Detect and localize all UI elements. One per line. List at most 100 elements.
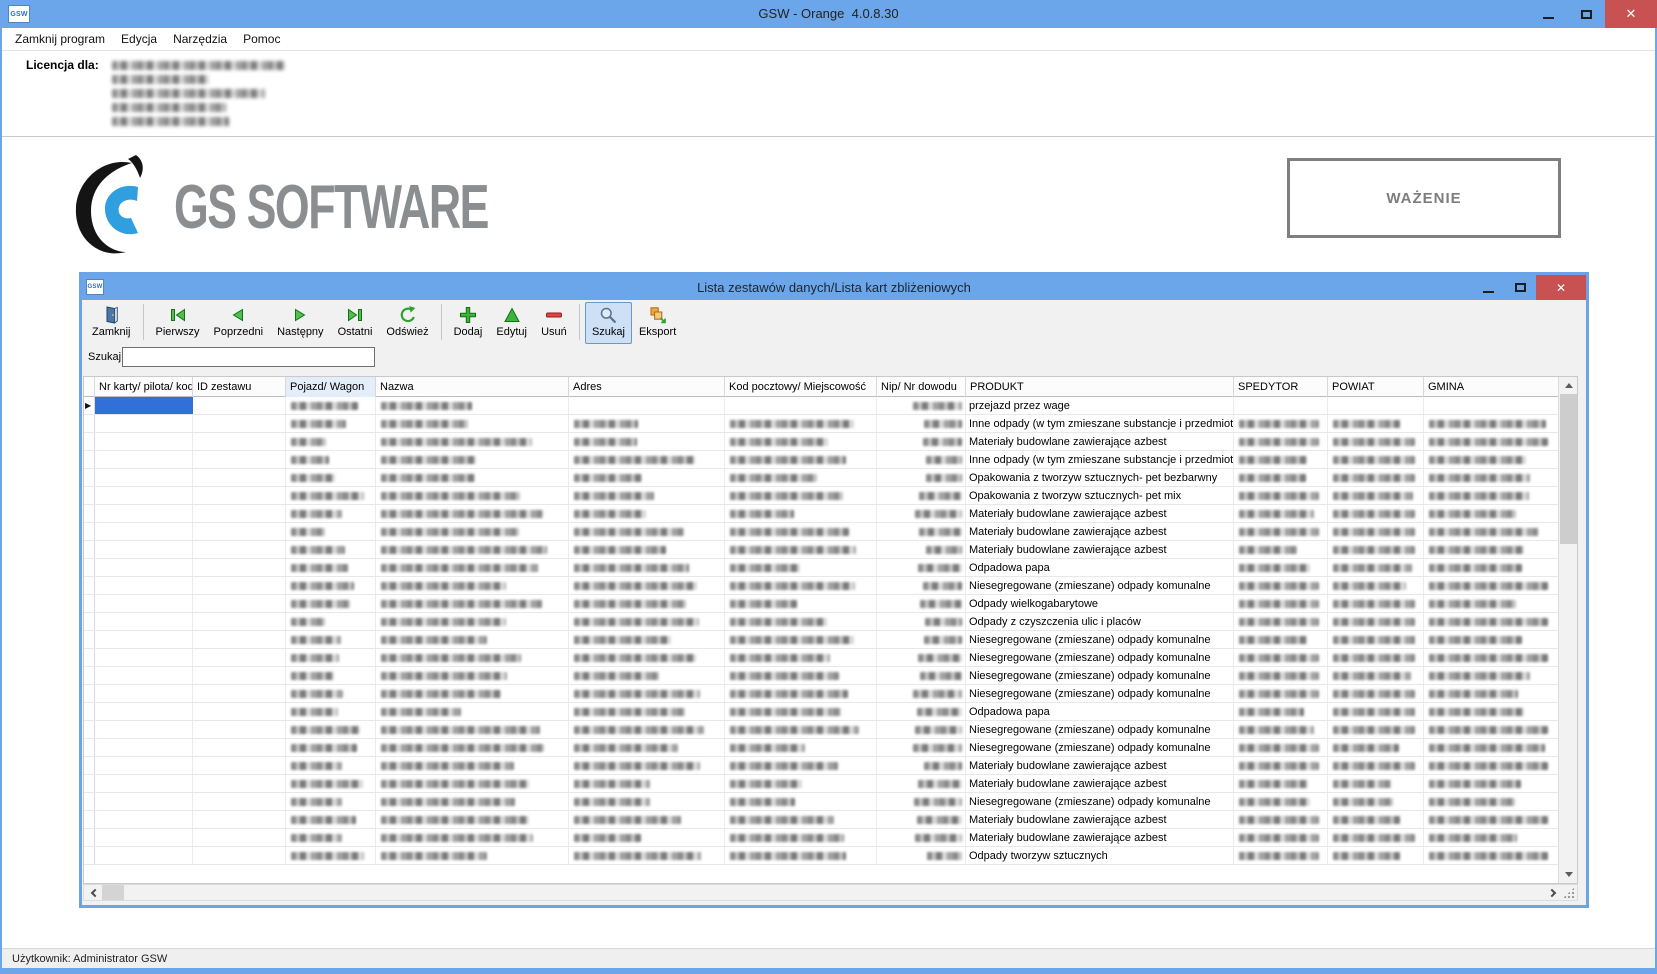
menu-item-narzedzia[interactable]: Narzędzia (173, 28, 227, 50)
list-close-button[interactable]: ✕ (1536, 275, 1586, 300)
cell-selector (84, 469, 95, 486)
column-header-nazwa[interactable]: Nazwa (376, 377, 569, 397)
cell-nip (877, 433, 966, 450)
cell-produkt: Niesegregowane (zmieszane) odpady komuna… (966, 793, 1234, 810)
toolbar-button-zamknij[interactable]: Zamknij (85, 302, 138, 344)
horizontal-scroll-thumb[interactable] (102, 885, 124, 900)
list-maximize-button[interactable] (1504, 275, 1536, 300)
refresh-icon (398, 305, 418, 325)
cell-nr_karty (95, 577, 193, 594)
redacted-cell-content (381, 546, 547, 554)
license-panel: Licencja dla: (2, 52, 1655, 137)
menu-item-pomoc[interactable]: Pomoc (243, 28, 280, 50)
column-header-nip[interactable]: Nip/ Nr dowodu (877, 377, 966, 397)
toolbar-button-poprzedni[interactable]: Poprzedni (207, 302, 271, 344)
redacted-cell-content (381, 402, 472, 410)
vertical-scrollbar[interactable] (1558, 377, 1577, 883)
toolbar-button-odswiez[interactable]: Odśwież (379, 302, 435, 344)
cell-kod (725, 487, 877, 504)
cell-produkt: Niesegregowane (zmieszane) odpady komuna… (966, 577, 1234, 594)
cell-produkt: Materiały budowlane zawierające azbest (966, 829, 1234, 846)
redacted-cell-content (1429, 816, 1548, 824)
column-header-spedytor[interactable]: SPEDYTOR (1234, 377, 1328, 397)
table-row[interactable]: Inne odpady (w tym zmieszane substancje … (84, 415, 1577, 433)
redacted-cell-content (1429, 762, 1548, 770)
table-row[interactable]: Materiały budowlane zawierające azbest (84, 505, 1577, 523)
table-row[interactable]: Niesegregowane (zmieszane) odpady komuna… (84, 793, 1577, 811)
redacted-cell-content (574, 618, 699, 626)
menu-item-edycja[interactable]: Edycja (121, 28, 157, 50)
toolbar-button-dodaj[interactable]: Dodaj (447, 302, 490, 344)
table-row[interactable]: Opakowania z tworzyw sztucznych- pet mix (84, 487, 1577, 505)
redacted-cell-content (1429, 456, 1526, 464)
table-row[interactable]: Odpady wielkogabarytowe (84, 595, 1577, 613)
table-row[interactable]: Niesegregowane (zmieszane) odpady komuna… (84, 631, 1577, 649)
table-row[interactable]: Niesegregowane (zmieszane) odpady komuna… (84, 577, 1577, 595)
table-row[interactable]: ▶przejazd przez wage (84, 397, 1577, 415)
toolbar-button-ostatni[interactable]: Ostatni (331, 302, 380, 344)
table-row[interactable]: Niesegregowane (zmieszane) odpady komuna… (84, 685, 1577, 703)
table-row[interactable]: Materiały budowlane zawierające azbest (84, 775, 1577, 793)
toolbar-button-szukaj[interactable]: Szukaj (585, 302, 632, 344)
toolbar-button-eksport[interactable]: Eksport (632, 302, 683, 344)
redacted-cell-content (1239, 636, 1307, 644)
table-row[interactable]: Opakowania z tworzyw sztucznych- pet bez… (84, 469, 1577, 487)
toolbar-button-edytuj[interactable]: Edytuj (489, 302, 534, 344)
table-row[interactable]: Materiały budowlane zawierające azbest (84, 811, 1577, 829)
table-row[interactable]: Materiały budowlane zawierające azbest (84, 829, 1577, 847)
cell-kod (725, 811, 877, 828)
table-row[interactable]: Niesegregowane (zmieszane) odpady komuna… (84, 721, 1577, 739)
table-row[interactable]: Odpady z czyszczenia ulic i placów (84, 613, 1577, 631)
redacted-cell-content (923, 582, 962, 590)
toolbar-button-usun[interactable]: Usuń (534, 302, 574, 344)
scroll-up-button[interactable] (1559, 377, 1578, 394)
scroll-right-button[interactable] (1544, 885, 1562, 900)
table-row[interactable]: Inne odpady (w tym zmieszane substancje … (84, 451, 1577, 469)
redacted-cell-content (1333, 528, 1415, 536)
menu-item-zamknij-program[interactable]: Zamknij program (15, 28, 105, 50)
column-header-gmina[interactable]: GMINA (1424, 377, 1559, 397)
export-icon (648, 305, 668, 325)
close-button[interactable]: ✕ (1605, 0, 1657, 28)
toolbar-button-nastepny[interactable]: Następny (270, 302, 330, 344)
column-header-produkt[interactable]: PRODUKT (966, 377, 1234, 397)
column-header-kod[interactable]: Kod pocztowy/ Miejscowość (725, 377, 877, 397)
table-row[interactable]: Niesegregowane (zmieszane) odpady komuna… (84, 667, 1577, 685)
resize-grip[interactable] (1562, 886, 1576, 899)
table-row[interactable]: Odpadowa papa (84, 703, 1577, 721)
table-row[interactable]: Niesegregowane (zmieszane) odpady komuna… (84, 649, 1577, 667)
cell-adres (569, 847, 725, 864)
table-row[interactable]: Materiały budowlane zawierające azbest (84, 541, 1577, 559)
toolbar-button-pierwszy[interactable]: Pierwszy (149, 302, 207, 344)
gs-logo-mark (70, 153, 174, 261)
table-row[interactable]: Odpadowa papa (84, 559, 1577, 577)
table-row[interactable]: Materiały budowlane zawierające azbest (84, 523, 1577, 541)
table-row[interactable]: Odpady tworzyw sztucznych (84, 847, 1577, 865)
column-header-powiat[interactable]: POWIAT (1328, 377, 1424, 397)
scroll-down-button[interactable] (1559, 866, 1578, 883)
cell-nip (877, 757, 966, 774)
wazenie-button[interactable]: WAŻENIE (1287, 158, 1561, 238)
redacted-cell-content (1239, 708, 1304, 716)
list-minimize-button[interactable] (1472, 275, 1504, 300)
cell-selector (84, 847, 95, 864)
cell-selector (84, 739, 95, 756)
column-header-adres[interactable]: Adres (569, 377, 725, 397)
maximize-button[interactable] (1567, 0, 1605, 28)
cell-nazwa (376, 415, 569, 432)
search-input[interactable] (122, 347, 375, 367)
cell-kod (725, 721, 877, 738)
redacted-cell-content (291, 834, 342, 842)
table-row[interactable]: Niesegregowane (zmieszane) odpady komuna… (84, 739, 1577, 757)
horizontal-scrollbar[interactable] (83, 884, 1578, 901)
column-header-pojazd[interactable]: Pojazd/ Wagon (286, 377, 376, 397)
cell-id_zestawu (193, 469, 286, 486)
scroll-left-button[interactable] (84, 885, 102, 900)
table-row[interactable]: Materiały budowlane zawierające azbest (84, 433, 1577, 451)
column-header-id_zestawu[interactable]: ID zestawu (193, 377, 286, 397)
table-row[interactable]: Materiały budowlane zawierające azbest (84, 757, 1577, 775)
column-header-nr_karty[interactable]: Nr karty/ pilota/ kod (95, 377, 193, 397)
vertical-scroll-thumb[interactable] (1560, 394, 1577, 544)
cell-id_zestawu (193, 757, 286, 774)
minimize-button[interactable] (1529, 0, 1567, 28)
